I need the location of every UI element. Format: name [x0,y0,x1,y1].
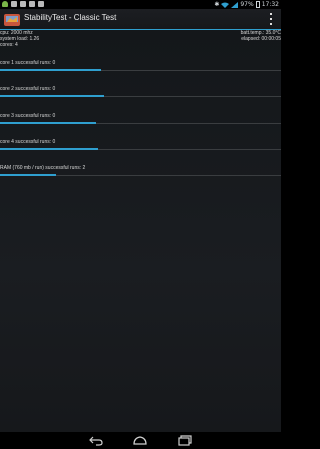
app-title: StabilityTest - Classic Test [24,13,117,22]
navigation-bar [0,432,281,449]
notification-icons [2,1,44,7]
test-content: cpu: 2000 mhz system load: 1.26 cores: 4… [0,30,281,432]
core-3-label: core 3 successful runs: 0 [0,113,56,119]
app-icon [4,14,20,26]
cores-info: cores: 4 [0,42,18,48]
image-icon [11,1,17,7]
elapsed-time-info: elapsed: 00:00:05 [241,36,281,42]
image-icon [20,1,26,7]
runtime-info: batt.temp.: 35.0°C elapsed: 00:00:05 [241,30,281,42]
android-icon [2,1,8,7]
overflow-menu-icon[interactable] [269,13,273,25]
home-icon[interactable] [133,435,147,446]
recent-apps-icon[interactable] [178,435,192,446]
bluetooth-icon: ✱ [214,1,220,8]
core-1-label: core 1 successful runs: 0 [0,60,56,66]
core-3-progress [0,122,96,124]
core-4-label: core 4 successful runs: 0 [0,139,56,145]
system-icons: ✱ 97% 17:32 [214,0,279,9]
action-bar: StabilityTest - Classic Test [0,9,281,29]
signal-icon [231,1,239,8]
core-4-progress [0,148,99,150]
image-icon [29,1,35,7]
notification-icon [38,1,44,7]
core-2-label: core 2 successful runs: 0 [0,86,56,92]
core-1-progress [0,69,102,71]
battery-icon [255,1,260,8]
clock: 17:32 [261,1,279,8]
core-2-progress [0,95,104,97]
battery-percent: 97% [240,1,254,8]
ram-label: RAM (760 mb / run) successful runs: 2 [0,165,86,171]
status-bar: ✱ 97% 17:32 [0,0,281,9]
wifi-icon [221,2,230,8]
system-info: cpu: 2000 mhz system load: 1.26 cores: 4 [0,30,39,48]
back-icon[interactable] [89,435,103,446]
ram-progress [0,174,57,176]
